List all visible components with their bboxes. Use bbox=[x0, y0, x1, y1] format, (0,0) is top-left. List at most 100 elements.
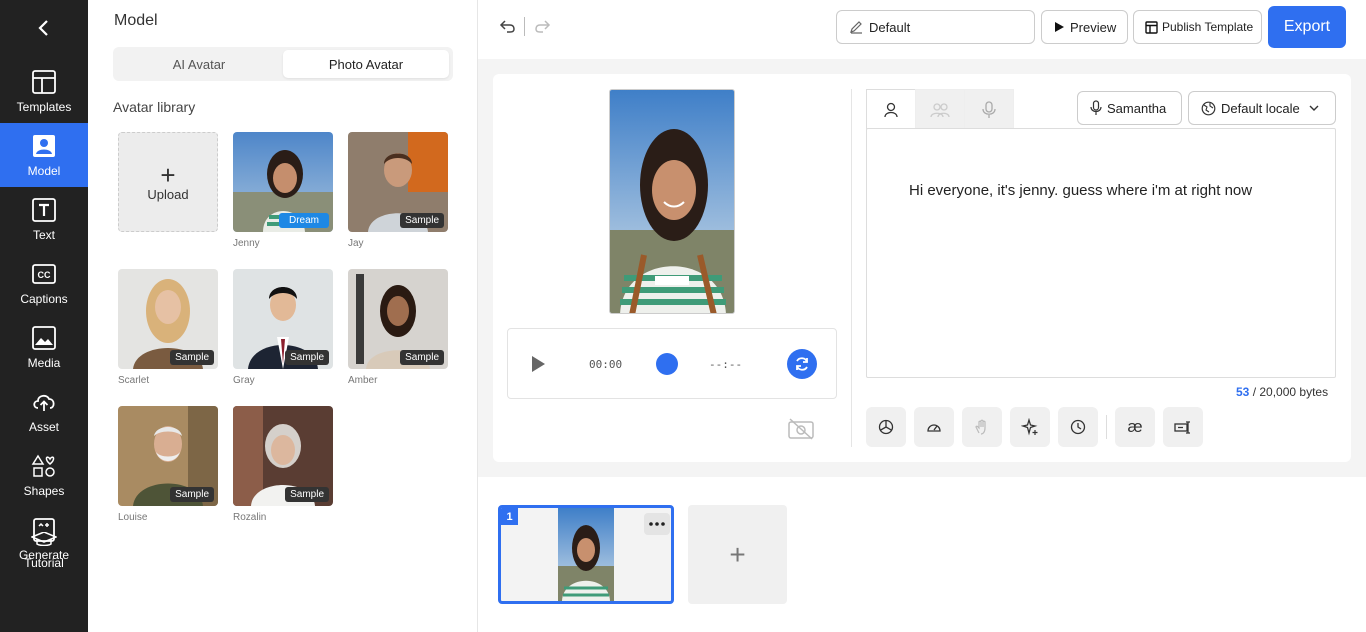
svg-text:CC: CC bbox=[38, 270, 51, 280]
avatar-card-rozalin[interactable]: Sample bbox=[233, 406, 333, 506]
nav-item-model[interactable]: Model bbox=[0, 123, 88, 187]
export-label: Export bbox=[1283, 18, 1331, 35]
tutorial-link[interactable]: Tutorial bbox=[0, 532, 88, 570]
avatar-name: Jay bbox=[348, 238, 364, 249]
more-dots-icon bbox=[649, 522, 665, 526]
plus-icon: + bbox=[729, 538, 746, 570]
publish-template-button[interactable]: Publish Template bbox=[1133, 10, 1262, 44]
play-icon bbox=[1055, 22, 1064, 32]
scrubber-handle[interactable] bbox=[656, 353, 678, 375]
avatar-card-amber[interactable]: Sample bbox=[348, 269, 448, 369]
nav-label: Text bbox=[32, 227, 55, 242]
sample-badge: Sample bbox=[170, 487, 214, 502]
avatar-name: Gray bbox=[233, 375, 255, 386]
avatar-card-gray[interactable]: Sample bbox=[233, 269, 333, 369]
voice-select[interactable]: Samantha bbox=[1077, 91, 1182, 125]
avatar-name: Louise bbox=[118, 512, 148, 523]
voice-name: Samantha bbox=[1107, 100, 1167, 116]
avatar-library-title: Avatar library bbox=[113, 99, 196, 115]
nav-item-templates[interactable]: Templates bbox=[0, 59, 88, 123]
undo-button[interactable] bbox=[499, 17, 517, 40]
redo-button[interactable] bbox=[533, 17, 551, 40]
nav-item-text[interactable]: Text bbox=[0, 187, 88, 251]
tutorial-label: Tutorial bbox=[24, 556, 64, 570]
sample-badge: Sample bbox=[400, 213, 444, 228]
tab-multi-speaker[interactable] bbox=[915, 89, 965, 129]
sample-badge: Sample bbox=[400, 350, 444, 365]
tab-single-speaker[interactable] bbox=[866, 89, 916, 129]
plus-icon: + bbox=[160, 159, 176, 190]
upload-avatar-button[interactable]: + Upload bbox=[118, 132, 218, 232]
panel-title: Model bbox=[114, 12, 158, 29]
effects-button[interactable] bbox=[1010, 407, 1050, 447]
avatar-card-jenny[interactable]: Dream bbox=[233, 132, 333, 232]
add-scene-button[interactable]: + bbox=[688, 505, 787, 604]
tab-ai-avatar[interactable]: AI Avatar bbox=[116, 50, 282, 78]
speedometer-icon bbox=[927, 424, 941, 432]
locale-select[interactable]: Default locale bbox=[1188, 91, 1336, 125]
nav-label: Model bbox=[27, 163, 61, 178]
avatar-name: Amber bbox=[348, 375, 378, 386]
pronunciation-button[interactable]: æ bbox=[1115, 407, 1155, 447]
script-editor[interactable] bbox=[866, 128, 1336, 378]
regenerate-button[interactable] bbox=[787, 349, 817, 379]
ae-ligature-icon: æ bbox=[1127, 417, 1143, 436]
play-button[interactable] bbox=[530, 355, 546, 378]
sample-badge: Sample bbox=[285, 487, 329, 502]
asset-icon bbox=[33, 394, 55, 411]
ai-write-button[interactable] bbox=[866, 407, 906, 447]
text-icon bbox=[32, 197, 56, 222]
avatar-preview-image bbox=[610, 90, 734, 313]
gesture-button[interactable] bbox=[962, 407, 1002, 447]
chevron-left-icon bbox=[38, 20, 48, 36]
project-title-field[interactable]: Default bbox=[836, 10, 1035, 44]
script-text[interactable]: Hi everyone, it's jenny. guess where i'm… bbox=[909, 182, 1252, 199]
nav-label: Media bbox=[27, 355, 61, 370]
sample-badge: Sample bbox=[170, 350, 214, 365]
templates-icon bbox=[32, 69, 56, 94]
people-icon bbox=[930, 102, 950, 117]
avatar-card-jay[interactable]: Sample bbox=[348, 132, 448, 232]
scene-more-button[interactable] bbox=[644, 513, 670, 535]
graduation-cap-icon bbox=[31, 532, 57, 546]
media-icon bbox=[32, 325, 56, 350]
shapes-icon bbox=[31, 454, 55, 477]
avatar-card-scarlet[interactable]: Sample bbox=[118, 269, 218, 369]
avatar-preview bbox=[609, 89, 735, 314]
preview-button[interactable]: Preview bbox=[1041, 10, 1128, 44]
camera-off-icon bbox=[788, 418, 814, 440]
camera-off-button[interactable] bbox=[787, 416, 815, 445]
scene-thumbnail[interactable]: 1 bbox=[498, 505, 674, 604]
toolbar-divider bbox=[524, 17, 525, 36]
model-icon bbox=[33, 134, 55, 157]
text-replace-button[interactable] bbox=[1163, 407, 1203, 447]
tab-audio-input[interactable] bbox=[964, 89, 1014, 129]
nav-item-shapes[interactable]: Shapes bbox=[0, 443, 88, 507]
refresh-icon bbox=[796, 357, 808, 371]
publish-template-label: Publish Template bbox=[1162, 20, 1254, 34]
export-button[interactable]: Export bbox=[1268, 6, 1346, 48]
nav-label: Shapes bbox=[23, 483, 65, 498]
hand-icon bbox=[975, 419, 986, 435]
total-time: --:-- bbox=[709, 358, 743, 371]
nav-item-media[interactable]: Media bbox=[0, 315, 88, 379]
tab-photo-avatar[interactable]: Photo Avatar bbox=[283, 50, 449, 78]
nav-label: Asset bbox=[28, 419, 59, 434]
openai-icon bbox=[878, 419, 894, 435]
pause-timing-button[interactable] bbox=[1058, 407, 1098, 447]
speed-button[interactable] bbox=[914, 407, 954, 447]
bytes-limit: / 20,000 bytes bbox=[1252, 385, 1329, 399]
dream-badge: Dream bbox=[278, 213, 329, 228]
text-cursor-icon bbox=[1174, 421, 1190, 434]
avatar-card-louise[interactable]: Sample bbox=[118, 406, 218, 506]
nav-item-captions[interactable]: CC Captions bbox=[0, 251, 88, 315]
sparkle-icon bbox=[1021, 418, 1038, 436]
captions-icon: CC bbox=[32, 263, 56, 284]
scene-preview-image bbox=[558, 508, 614, 601]
person-icon bbox=[884, 102, 898, 117]
upload-label: Upload bbox=[147, 186, 189, 202]
chevron-down-icon bbox=[1309, 105, 1319, 111]
nav-item-asset[interactable]: Asset bbox=[0, 379, 88, 443]
back-button[interactable] bbox=[0, 0, 88, 56]
redo-icon bbox=[535, 20, 551, 33]
